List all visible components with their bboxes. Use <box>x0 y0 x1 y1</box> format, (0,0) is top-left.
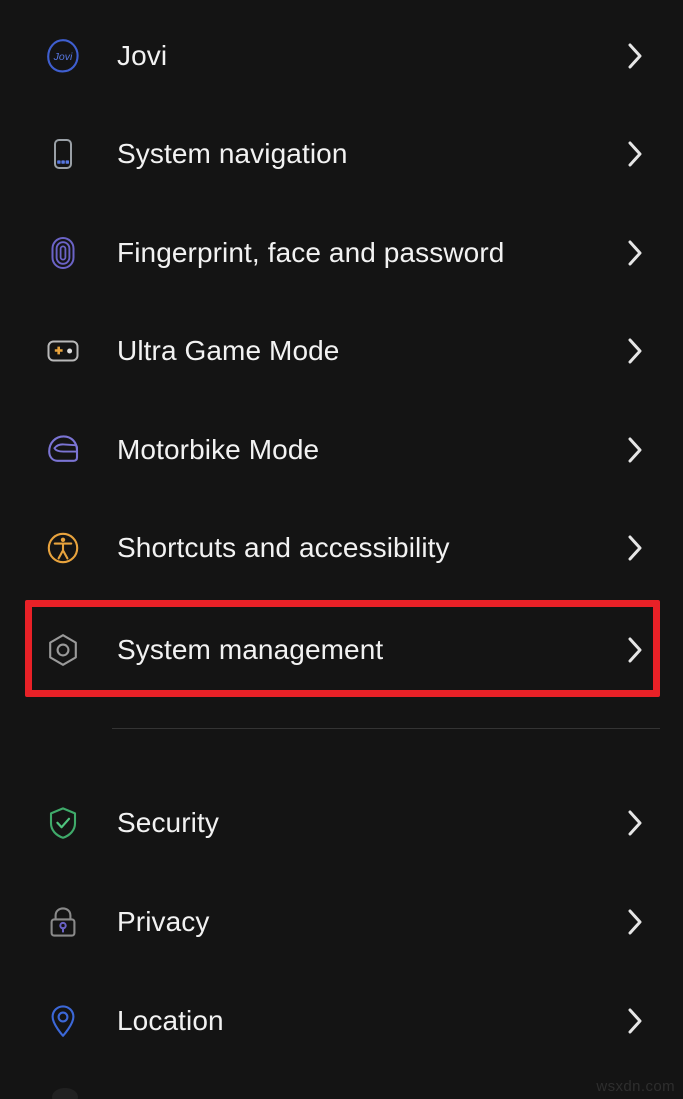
settings-row-label: Privacy <box>117 905 210 937</box>
settings-row-system-navigation[interactable]: System navigation <box>0 104 683 203</box>
chevron-right-icon <box>625 807 645 839</box>
fingerprint-icon <box>44 234 82 272</box>
settings-row-label: Motorbike Mode <box>117 433 320 465</box>
accessibility-icon <box>44 529 82 567</box>
settings-row-security[interactable]: Security <box>0 773 683 872</box>
shield-check-icon <box>44 804 82 842</box>
svg-text:Jovi: Jovi <box>53 51 73 63</box>
settings-row-system-management[interactable]: System management <box>0 600 683 699</box>
settings-row-label: Shortcuts and accessibility <box>117 531 450 563</box>
gamepad-icon <box>44 332 82 370</box>
settings-row-label: System management <box>117 633 384 665</box>
chevron-right-icon <box>625 532 645 564</box>
partial-next-row-icon <box>52 1088 78 1099</box>
settings-row-privacy[interactable]: Privacy <box>0 872 683 971</box>
settings-screen: Jovi Jovi System navigation Fingerprint,… <box>0 0 683 1099</box>
lock-icon <box>44 903 82 941</box>
settings-row-label: Jovi <box>117 39 168 71</box>
settings-row-jovi[interactable]: Jovi Jovi <box>0 6 683 105</box>
chevron-right-icon <box>625 906 645 938</box>
helmet-icon <box>44 431 82 469</box>
chevron-right-icon <box>625 335 645 367</box>
list-divider <box>112 728 660 729</box>
settings-row-label: Fingerprint, face and password <box>117 236 505 268</box>
jovi-icon: Jovi <box>44 37 82 75</box>
watermark: wsxdn.com <box>596 1078 675 1095</box>
settings-row-location[interactable]: Location <box>0 971 683 1070</box>
settings-row-label: Security <box>117 806 219 838</box>
settings-row-shortcuts-accessibility[interactable]: Shortcuts and accessibility <box>0 498 683 597</box>
settings-row-ultra-game-mode[interactable]: Ultra Game Mode <box>0 301 683 400</box>
chevron-right-icon <box>625 40 645 72</box>
settings-row-label: Ultra Game Mode <box>117 334 340 366</box>
settings-row-motorbike-mode[interactable]: Motorbike Mode <box>0 400 683 499</box>
chevron-right-icon <box>625 1005 645 1037</box>
chevron-right-icon <box>625 138 645 170</box>
settings-row-fingerprint-face-password[interactable]: Fingerprint, face and password <box>0 203 683 302</box>
location-pin-icon <box>44 1002 82 1040</box>
settings-row-label: System navigation <box>117 137 348 169</box>
chevron-right-icon <box>625 634 645 666</box>
chevron-right-icon <box>625 237 645 269</box>
settings-row-label: Location <box>117 1004 224 1036</box>
phone-navigation-icon <box>44 135 82 173</box>
chevron-right-icon <box>625 434 645 466</box>
hex-nut-icon <box>44 631 82 669</box>
